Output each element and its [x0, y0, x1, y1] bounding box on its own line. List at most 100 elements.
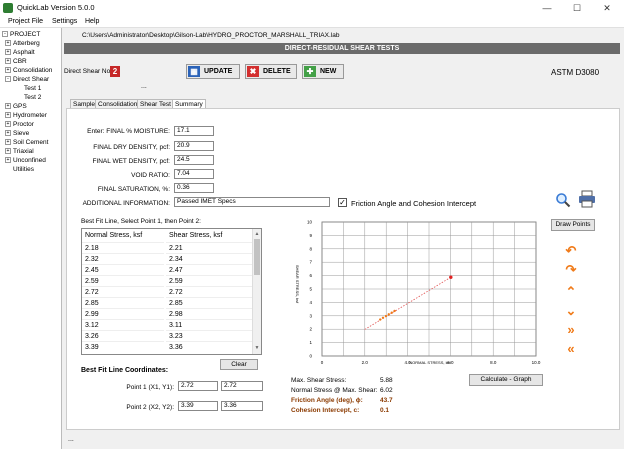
project-tree: - PROJECT + Atterberg + Asphalt + CBR + Conso… [0, 28, 62, 449]
rotate-ccw-icon[interactable]: ↶ [564, 244, 578, 257]
scroll-up-icon[interactable]: ▲ [254, 231, 260, 237]
zoom-icon[interactable] [555, 192, 571, 208]
point1-y-input[interactable]: 2.72 [221, 381, 263, 391]
expand-icon[interactable]: + [5, 139, 11, 146]
rotate-cw-icon[interactable]: ↷ [564, 263, 578, 276]
y-tick-label: 1 [309, 340, 312, 345]
normal-stress-cell[interactable]: 3.26 [82, 330, 164, 341]
shear-stress-cell[interactable]: 3.23 [166, 330, 252, 341]
tree-root[interactable]: - PROJECT [2, 31, 40, 38]
scroll-thumb[interactable] [254, 239, 260, 275]
expand-icon[interactable]: + [5, 103, 11, 110]
shear-stress-cell[interactable]: 2.85 [166, 297, 252, 308]
normal-stress-cell[interactable]: 2.99 [82, 308, 164, 319]
expand-icon[interactable]: + [5, 157, 11, 164]
clear-button[interactable]: Clear [220, 359, 258, 370]
delete-button[interactable]: ✖ DELETE [245, 64, 297, 79]
final-moisture-input[interactable]: 17.1 [174, 126, 214, 136]
tree-item-consolidation[interactable]: + Consolidation [5, 67, 52, 74]
new-button[interactable]: ✚ NEW [302, 64, 344, 79]
minimize-icon[interactable]: — [532, 0, 562, 16]
normal-stress-value: 6.02 [380, 387, 393, 394]
shift-up-icon[interactable]: ⌃ [564, 285, 578, 298]
void-ratio-label: VOID RATIO: [131, 172, 170, 179]
window-title: QuickLab Version 5.0.0 [17, 3, 95, 12]
close-icon[interactable]: ✕ [592, 0, 622, 16]
tree-item-test-2[interactable]: Test 2 [24, 94, 41, 101]
shift-right-icon[interactable]: » [564, 323, 578, 336]
y-tick-label: 9 [309, 233, 312, 238]
shear-stress-cell[interactable]: 3.11 [166, 319, 252, 330]
update-button[interactable]: ▦ UPDATE [186, 64, 240, 79]
point1-x-input[interactable]: 2.72 [178, 381, 218, 391]
collapse-icon[interactable]: - [2, 31, 8, 38]
shift-left-icon[interactable]: « [564, 342, 578, 355]
table-scrollbar[interactable]: ▲ ▼ [252, 229, 261, 354]
chart-ylabel: SHEAR STRESS, ksf [295, 265, 300, 304]
final-wet-density-input[interactable]: 24.5 [174, 155, 214, 165]
astm-standard: ASTM D3080 [551, 68, 600, 77]
tree-item-gps[interactable]: + GPS [5, 103, 27, 110]
point2-y-input[interactable]: 3.36 [221, 401, 263, 411]
calculate-graph-button[interactable]: Calculate - Graph [469, 374, 543, 386]
expand-icon[interactable]: + [5, 67, 11, 74]
tree-item-unconfined[interactable]: + Unconfined [5, 157, 46, 164]
shear-stress-cell[interactable]: 3.36 [166, 341, 252, 352]
delete-icon: ✖ [247, 66, 259, 77]
shear-stress-cell[interactable]: 2.34 [166, 253, 252, 264]
print-icon[interactable] [578, 190, 596, 208]
tree-item-test-1[interactable]: Test 1 [24, 85, 41, 92]
additional-info-input[interactable]: Passed IMET Specs [174, 197, 330, 207]
tree-item-hydrometer[interactable]: + Hydrometer [5, 112, 47, 119]
tree-item-asphalt[interactable]: + Asphalt [5, 49, 35, 56]
shear-stress-cell[interactable]: 2.59 [166, 275, 252, 286]
tree-item-utilities[interactable]: Utilities [13, 166, 34, 173]
normal-stress-cell[interactable]: 3.39 [82, 341, 164, 352]
shift-down-icon[interactable]: ⌄ [564, 304, 578, 317]
expand-icon[interactable]: + [5, 112, 11, 119]
expand-icon[interactable]: + [5, 121, 11, 128]
final-dry-density-label: FINAL DRY DENSITY, pcf: [93, 144, 170, 151]
tree-item-soil-cement[interactable]: + Soil Cement [5, 139, 48, 146]
maximize-icon[interactable]: ☐ [562, 0, 592, 16]
tree-item-cbr[interactable]: + CBR [5, 58, 27, 65]
expand-icon[interactable]: + [5, 49, 11, 56]
void-ratio-input[interactable]: 7.04 [174, 169, 214, 179]
scroll-down-icon[interactable]: ▼ [254, 345, 260, 351]
shear-stress-cell[interactable]: 2.47 [166, 264, 252, 275]
friction-checkbox[interactable]: ✓ [338, 198, 347, 207]
tree-item-proctor[interactable]: + Proctor [5, 121, 34, 128]
expand-icon[interactable]: + [5, 148, 11, 155]
shear-stress-cell[interactable]: 2.21 [166, 242, 252, 253]
menu-help[interactable]: Help [85, 18, 99, 25]
normal-stress-cell[interactable]: 2.45 [82, 264, 164, 275]
tree-item-sieve[interactable]: + Sieve [5, 130, 29, 137]
normal-stress-cell[interactable]: 2.32 [82, 253, 164, 264]
menu-settings[interactable]: Settings [52, 18, 77, 25]
normal-stress-cell[interactable]: 2.59 [82, 275, 164, 286]
expand-icon[interactable]: + [5, 130, 11, 137]
direct-shear-number[interactable]: 2 [110, 66, 120, 77]
normal-stress-cell[interactable]: 3.12 [82, 319, 164, 330]
expand-icon[interactable]: + [5, 40, 11, 47]
normal-stress-cell[interactable]: 2.85 [82, 297, 164, 308]
tree-item-atterberg[interactable]: + Atterberg [5, 40, 40, 47]
collapse-icon[interactable]: - [5, 76, 11, 83]
expand-icon[interactable]: + [5, 58, 11, 65]
footer-dots: ... [68, 436, 74, 443]
friction-angle-label: Friction Angle (deg), ϕ: [291, 397, 363, 404]
final-saturation-input[interactable]: 0.36 [174, 183, 214, 193]
draw-points-button[interactable]: Draw Points [551, 219, 595, 231]
best-fit-table[interactable]: Normal Stress, ksf Shear Stress, ksf 2.1… [81, 228, 262, 355]
direct-shear-label: Direct Shear No. [64, 68, 113, 75]
shear-stress-cell[interactable]: 2.72 [166, 286, 252, 297]
menu-project-file[interactable]: Project File [8, 18, 43, 25]
shear-stress-cell[interactable]: 2.98 [166, 308, 252, 319]
normal-stress-cell[interactable]: 2.18 [82, 242, 164, 253]
normal-stress-cell[interactable]: 2.72 [82, 286, 164, 297]
tree-item-direct-shear[interactable]: - Direct Shear [5, 76, 49, 83]
final-saturation-label: FINAL SATURATION, %: [97, 186, 170, 193]
tree-item-triaxial[interactable]: + Triaxial [5, 148, 34, 155]
final-dry-density-input[interactable]: 20.9 [174, 141, 214, 151]
point2-x-input[interactable]: 3.39 [178, 401, 218, 411]
